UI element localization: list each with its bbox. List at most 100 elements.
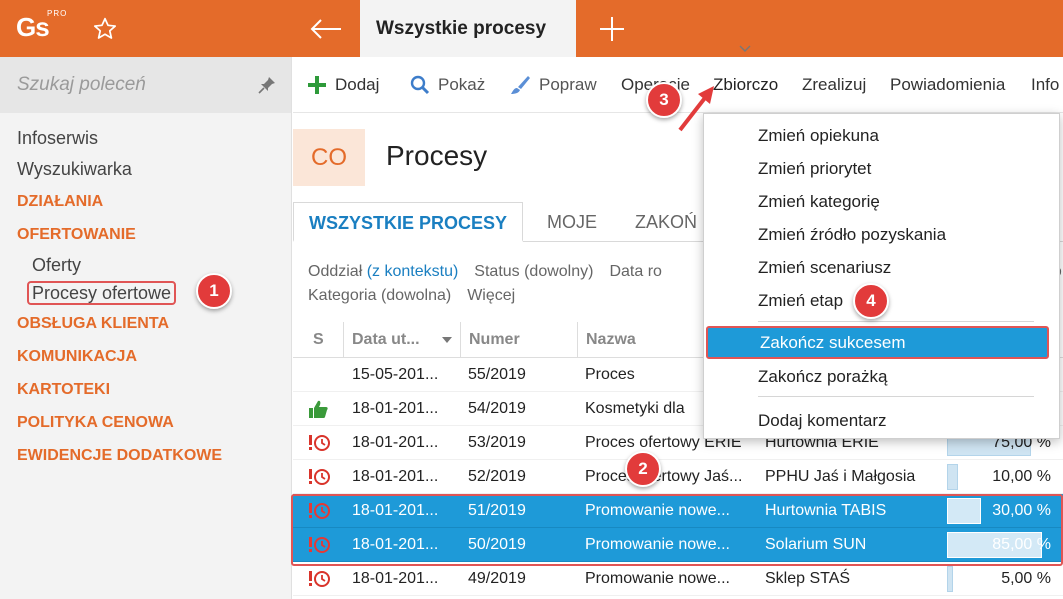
progress-text: 85,00 %: [992, 536, 1051, 553]
back-button[interactable]: [292, 0, 360, 57]
status-cell: [307, 568, 333, 590]
top-bar: Gs PRO Wszystkie procesy: [0, 0, 1063, 57]
filter-branch-value: (z kontekstu): [366, 263, 459, 280]
callout-2: 2: [625, 451, 661, 487]
menu-item-change-source[interactable]: Zmień źródło pozyskania: [704, 218, 1059, 251]
column-name[interactable]: Nazwa: [577, 322, 697, 358]
date-cell: 18-01-201...: [352, 536, 439, 553]
sidebar-section-dzialania[interactable]: DZIAŁANIA: [0, 185, 291, 218]
info-button[interactable]: Info: [1031, 73, 1059, 97]
sidebar-item-procesy-ofertowe[interactable]: Procesy ofertowe: [0, 279, 291, 307]
add-button[interactable]: Dodaj: [307, 73, 379, 97]
filter-branch[interactable]: Oddział (z kontekstu): [308, 263, 458, 280]
sidebar-section-komunikacja[interactable]: KOMUNIKACJA: [0, 340, 291, 373]
name-cell: Proces ofertowy Jaś...: [585, 468, 743, 485]
number-cell: 49/2019: [468, 570, 526, 587]
logo-badge: PRO: [47, 9, 68, 18]
pin-icon[interactable]: [257, 75, 277, 95]
number-cell: 52/2019: [468, 468, 526, 485]
status-cell: [307, 432, 333, 454]
command-search-input[interactable]: [17, 73, 247, 97]
status-cell: [307, 500, 333, 522]
sidebar-section-kartoteki[interactable]: KARTOTEKI: [0, 373, 291, 406]
progress-cell: 5,00 %: [947, 566, 1059, 592]
favorites-button[interactable]: [72, 0, 138, 57]
sidebar: Infoserwis Wyszukiwarka DZIAŁANIA OFERTO…: [0, 57, 292, 599]
callout-arrow: [678, 86, 714, 132]
brush-icon: [509, 74, 531, 96]
search-icon: [410, 75, 430, 95]
column-date[interactable]: Data ut...: [343, 322, 460, 358]
number-cell: 54/2019: [468, 400, 526, 417]
star-icon: [93, 17, 117, 39]
show-button[interactable]: Pokaż: [410, 73, 485, 97]
plus-icon: [307, 75, 327, 95]
name-cell: Promowanie nowe...: [585, 570, 730, 587]
name-cell: Promowanie nowe...: [585, 536, 730, 553]
column-date-label: Data ut...: [352, 331, 420, 348]
tab-all-processes[interactable]: Wszystkie procesy: [360, 0, 576, 57]
menu-item-change-owner[interactable]: Zmień opiekuna: [704, 119, 1059, 152]
bulk-dropdown-menu: Zmień opiekuna Zmień priorytet Zmień kat…: [703, 113, 1060, 439]
new-tab-button[interactable]: [584, 0, 640, 57]
client-cell: Sklep STAŚ: [765, 570, 851, 587]
overdue-icon: [309, 435, 330, 451]
sidebar-section-obsluga-klienta[interactable]: OBSŁUGA KLIENTA: [0, 307, 291, 340]
sidebar-section-polityka-cenowa[interactable]: POLITYKA CENOWA: [0, 406, 291, 439]
table-row[interactable]: 18-01-201... 52/2019 Proces ofertowy Jaś..…: [293, 460, 1063, 494]
date-cell: 18-01-201...: [352, 502, 439, 519]
number-cell: 53/2019: [468, 434, 526, 451]
overdue-icon: [309, 571, 330, 587]
page-title: Procesy: [386, 140, 488, 171]
menu-divider: [758, 396, 1034, 397]
column-number[interactable]: Numer: [460, 322, 577, 358]
menu-item-finish-failure[interactable]: Zakończ porażką: [704, 360, 1059, 393]
progress-text: 30,00 %: [992, 502, 1051, 519]
date-cell: 18-01-201...: [352, 570, 439, 587]
sidebar-item-wyszukiwarka[interactable]: Wyszukiwarka: [0, 154, 291, 185]
tab-mine[interactable]: MOJE: [532, 202, 612, 242]
progress-bar: [947, 566, 953, 592]
table-row[interactable]: 18-01-201... 51/2019 Promowanie nowe... Hur…: [293, 494, 1063, 528]
notifications-button[interactable]: Powiadomienia: [890, 73, 1005, 97]
callout-1: 1: [196, 273, 232, 309]
menu-item-change-category[interactable]: Zmień kategorię: [704, 185, 1059, 218]
overdue-icon: [309, 537, 330, 553]
sort-desc-icon: [442, 337, 452, 343]
progress-text: 5,00 %: [1001, 570, 1051, 587]
menu-item-add-comment[interactable]: Dodaj komentarz: [704, 404, 1059, 437]
column-status[interactable]: S: [313, 322, 324, 358]
filter-category[interactable]: Kategoria (dowolna): [308, 287, 451, 304]
app-logo[interactable]: Gs PRO: [0, 0, 72, 57]
table-row[interactable]: 18-01-201... 49/2019 Promowanie nowe... Skl…: [293, 562, 1063, 596]
sidebar-item-oferty[interactable]: Oferty: [0, 251, 291, 279]
edit-label: Popraw: [539, 75, 597, 94]
arrow-left-icon: [310, 18, 341, 39]
sidebar-item-infoserwis[interactable]: Infoserwis: [0, 123, 291, 154]
plus-icon: [600, 16, 624, 41]
progress-bar: [947, 464, 958, 490]
table-row[interactable]: 18-01-201... 50/2019 Promowanie nowe... Sol…: [293, 528, 1063, 562]
tab-finished[interactable]: ZAKOŃ: [620, 202, 712, 242]
filter-date[interactable]: Data ro: [609, 263, 661, 280]
date-cell: 15-05-201...: [352, 366, 439, 383]
menu-item-change-priority[interactable]: Zmień priorytet: [704, 152, 1059, 185]
menu-item-change-scenario[interactable]: Zmień scenariusz: [704, 251, 1059, 284]
client-cell: Hurtownia TABIS: [765, 502, 887, 519]
realize-button[interactable]: Zrealizuj: [802, 73, 866, 97]
chevron-down-icon: [739, 45, 751, 52]
bulk-button[interactable]: Zbiorczo: [713, 73, 778, 97]
add-label: Dodaj: [335, 75, 380, 94]
sidebar-section-ewidencje-dodatkowe[interactable]: EWIDENCJE DODATKOWE: [0, 439, 291, 472]
tab-all-processes[interactable]: WSZYSTKIE PROCESY: [293, 202, 524, 242]
date-cell: 18-01-201...: [352, 400, 439, 417]
client-cell: PPHU Jaś i Małgosia: [765, 468, 916, 485]
sidebar-section-ofertowanie[interactable]: OFERTOWANIE: [0, 218, 291, 251]
filter-status[interactable]: Status (dowolny): [474, 263, 593, 280]
filter-more[interactable]: Więcej: [467, 287, 515, 304]
number-cell: 50/2019: [468, 536, 526, 553]
overdue-icon: [309, 503, 330, 519]
menu-divider: [758, 321, 1034, 322]
edit-button[interactable]: Popraw: [509, 73, 597, 97]
menu-item-finish-success[interactable]: Zakończ sukcesem: [706, 326, 1049, 359]
